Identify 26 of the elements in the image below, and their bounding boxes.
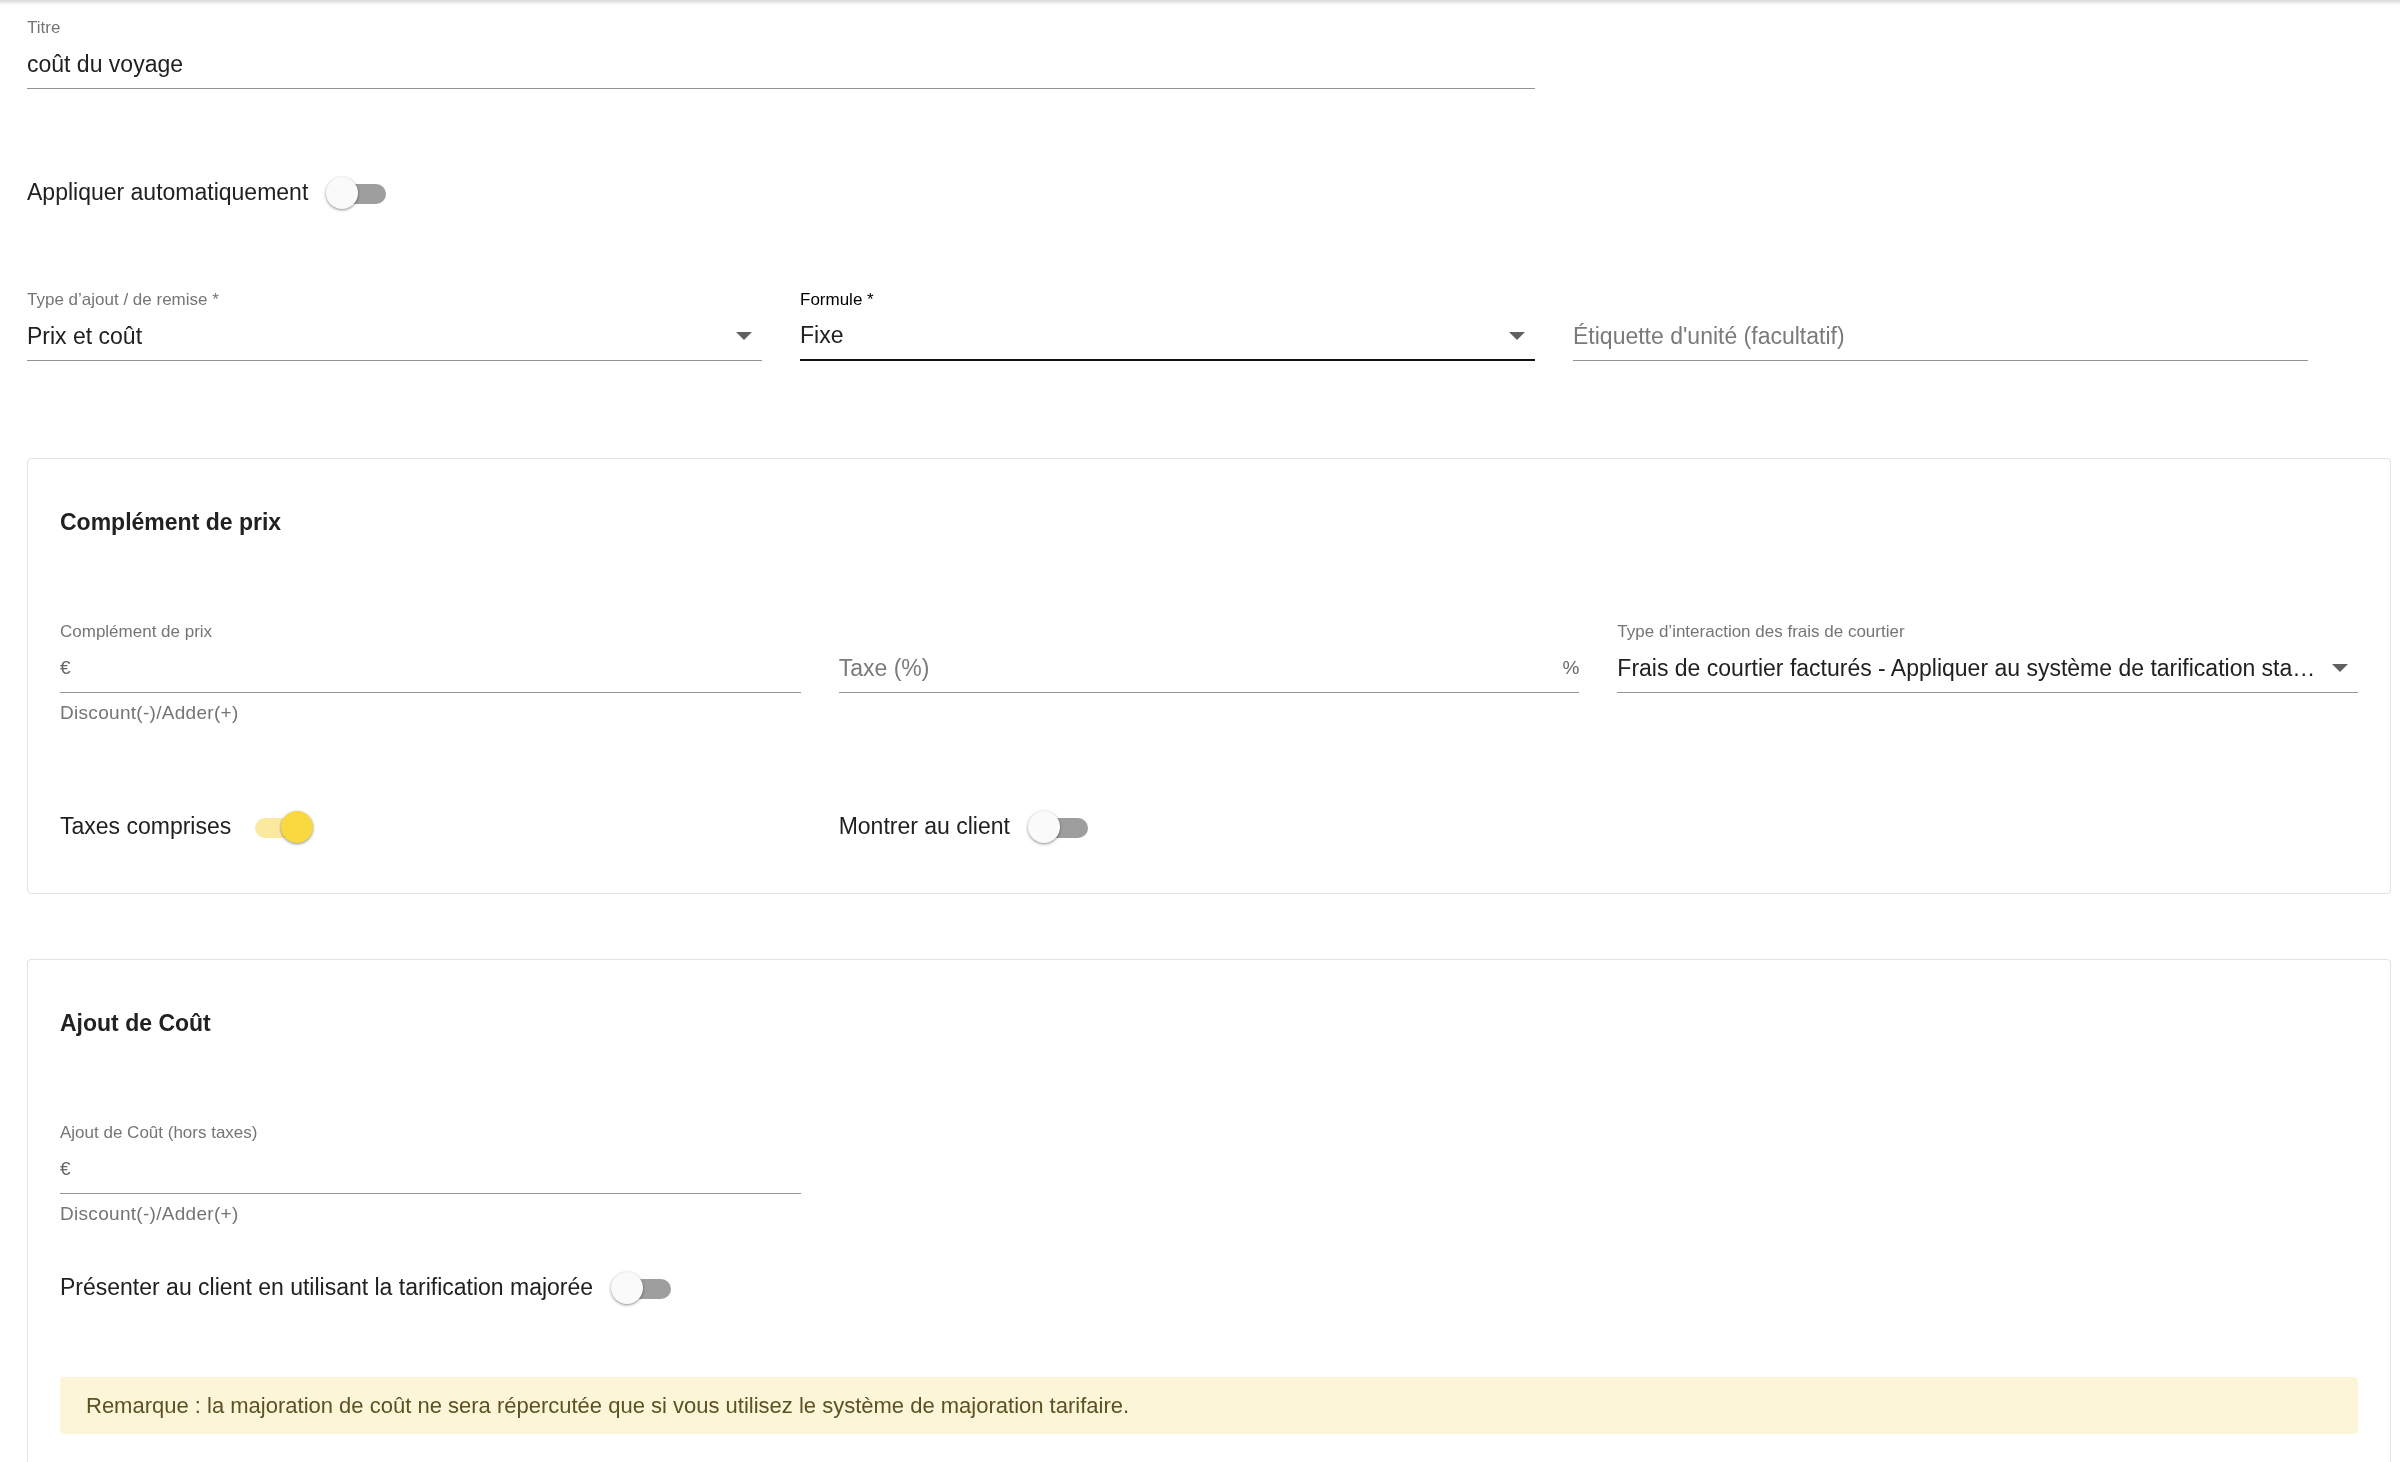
section-title: Ajout de Coût <box>60 1010 212 1036</box>
dropdown-field[interactable]: Frais de courtier facturés - Appliquer au système de tarification sta… <box>1617 644 2358 693</box>
field-label: Type d’interaction des frais de courtier <box>1617 622 1905 641</box>
field-label: Complément de prix <box>60 622 213 641</box>
note-banner: Remarque : la majoration de coût ne sera répercutée que si vous utilisez le système de majoration tarifaire. <box>60 1377 2358 1434</box>
text-field[interactable]: coût du voyage <box>27 40 1535 89</box>
toggle-label: Appliquer automatiquement <box>27 178 309 206</box>
toggle-label: Taxes comprises <box>60 812 232 840</box>
field-label: Formule * <box>800 290 874 309</box>
currency-prefix: € <box>60 657 71 679</box>
field-label: Titre <box>27 18 61 37</box>
field-label: Type d’ajout / de remise * <box>27 290 219 309</box>
helper-text: Discount(-)/Adder(+) <box>60 702 239 723</box>
caret-icon[interactable] <box>1509 331 1525 340</box>
text-field[interactable]: Étiquette d'unité (facultatif) <box>1573 312 2308 361</box>
currency-prefix: € <box>60 1158 71 1180</box>
toggle-label: Présenter au client en utilisant la tarification majorée <box>60 1273 594 1301</box>
helper-text: Discount(-)/Adder(+) <box>60 1203 239 1224</box>
toggle-label: Montrer au client <box>838 812 1010 840</box>
field-label: Ajout de Coût (hors taxes) <box>60 1123 258 1142</box>
caret-icon[interactable] <box>736 332 752 340</box>
dropdown-field[interactable]: Fixe <box>800 312 1535 361</box>
caret-icon[interactable] <box>2332 664 2348 672</box>
percent-suffix: % <box>1562 657 1580 679</box>
dropdown-field[interactable]: Prix et coût <box>27 312 762 361</box>
section-title: Complément de prix <box>60 509 283 535</box>
